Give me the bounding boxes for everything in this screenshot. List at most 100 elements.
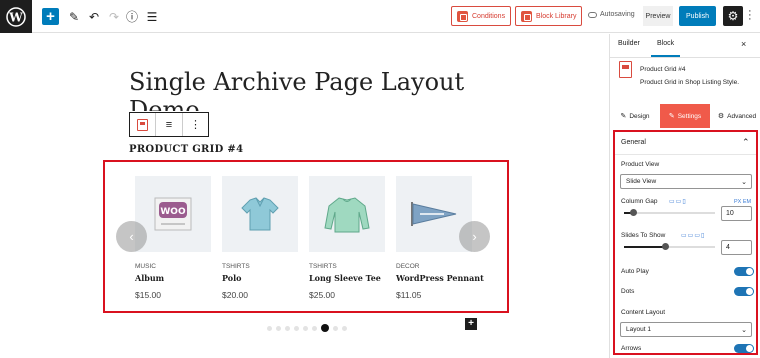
chevron-down-icon: ⌄ [741, 327, 747, 334]
product-card[interactable]: TSHIRTS Long Sleeve Tee $25.00 [309, 176, 385, 300]
chevron-up-icon[interactable]: ⌃ [742, 137, 750, 148]
tab-settings[interactable]: ✎ Settings [660, 104, 710, 128]
product-name[interactable]: WordPress Pennant [396, 273, 484, 283]
undo-icon[interactable]: ↶ [86, 7, 102, 26]
svg-text:WOO: WOO [160, 207, 186, 217]
content-layout-value: Layout 1 [626, 326, 651, 333]
edit-pencil-icon[interactable]: ✎ [66, 7, 82, 26]
block-inserter-button[interactable]: + [465, 318, 477, 330]
arrows-label: Arrows [621, 345, 642, 352]
product-image[interactable] [309, 176, 385, 252]
carousel-dot[interactable] [294, 325, 299, 331]
settings-sidebar: Builder Block × Product Grid #4 Product … [609, 34, 760, 358]
product-card[interactable]: TSHIRTS Polo $20.00 [222, 176, 298, 300]
carousel-dot[interactable] [285, 325, 290, 331]
block-library-button[interactable]: Block Library [515, 6, 583, 26]
slider-handle[interactable] [661, 243, 669, 250]
section-title[interactable]: General [621, 139, 646, 146]
slides-to-show-input[interactable]: 4 [721, 240, 752, 255]
tab-advanced[interactable]: ⚙ Advanced [714, 104, 760, 128]
wrench-icon: ✎ [668, 113, 675, 120]
block-description: Product Grid in Shop Listing Style. [640, 79, 739, 86]
product-view-select[interactable]: Slide View ⌄ [620, 174, 752, 189]
carousel-dot[interactable] [276, 325, 281, 331]
product-category: TSHIRTS [222, 263, 250, 270]
align-icon[interactable]: ≡ [156, 113, 183, 136]
general-settings-panel: General ⌃ Product View Slide View ⌄ Colu… [613, 130, 758, 355]
unit-selector[interactable]: PX EM [734, 199, 751, 205]
product-category: DECOR [396, 263, 420, 270]
more-options-icon[interactable]: · · · [748, 6, 752, 25]
column-gap-input[interactable]: 10 [721, 206, 752, 221]
block-title: Product Grid #4 [640, 66, 686, 73]
responsive-device-icon[interactable]: ▭▭▭▯ [681, 232, 705, 239]
add-block-button[interactable]: + [42, 8, 59, 25]
product-grid-block[interactable]: WOO MUSIC Album $15.00 TSHIRTS Polo $20.… [103, 160, 509, 313]
settings-gear-icon[interactable]: ⚙ [723, 6, 743, 26]
redo-icon[interactable]: ↷ [106, 7, 122, 26]
carousel-dots[interactable] [267, 324, 351, 332]
tab-design-label: Design [629, 112, 650, 120]
info-icon[interactable]: ⓘ [124, 7, 140, 26]
arrows-toggle[interactable] [734, 344, 754, 353]
preview-button[interactable]: Preview [643, 6, 673, 26]
carousel-dot[interactable] [312, 325, 317, 331]
carousel-dot[interactable] [333, 325, 338, 331]
carousel-dot[interactable] [321, 324, 329, 332]
block-options-icon[interactable]: ⋮ [183, 113, 208, 136]
slides-to-show-slider[interactable] [624, 243, 715, 250]
list-view-icon[interactable]: ☰ [144, 7, 160, 26]
cloud-icon [588, 11, 597, 18]
block-toolbar: ≡ ⋮ [129, 112, 209, 137]
responsive-device-icon[interactable]: ▭▭▯ [669, 198, 687, 205]
svg-text:W: W [8, 10, 23, 24]
slider-handle[interactable] [630, 209, 638, 216]
dots-label: Dots [621, 288, 635, 295]
carousel-dot[interactable] [342, 325, 347, 331]
auto-play-toggle[interactable] [734, 267, 754, 276]
product-price: $25.00 [309, 290, 335, 300]
conditions-label: Conditions [472, 12, 506, 20]
product-price: $11.05 [396, 290, 422, 300]
column-gap-slider[interactable] [624, 209, 715, 216]
brush-icon: ✎ [620, 113, 627, 120]
sidebar-tabs: Builder Block × [610, 34, 760, 58]
product-grid-block-icon[interactable] [130, 113, 156, 136]
wordpress-logo-icon[interactable]: W [0, 0, 32, 33]
product-category: MUSIC [135, 263, 156, 270]
tab-block[interactable]: Block [650, 40, 681, 57]
tab-settings-label: Settings [677, 112, 702, 120]
column-gap-label: Column Gap [621, 198, 658, 205]
auto-play-label: Auto Play [621, 268, 649, 275]
product-name[interactable]: Long Sleeve Tee [309, 273, 385, 283]
tab-builder[interactable]: Builder [618, 40, 640, 47]
tab-design[interactable]: ✎ Design [616, 104, 654, 128]
product-category: TSHIRTS [309, 263, 337, 270]
editor-toolbar: W + ✎ ↶ ↷ ⓘ ☰ Conditions Block Library A… [0, 0, 760, 33]
carousel-dot[interactable] [267, 325, 272, 331]
page-title-continued[interactable]: Demo [129, 98, 200, 111]
product-price: $15.00 [135, 290, 161, 300]
block-settings-tabs: ✎ Design ✎ Settings ⚙ Advanced [610, 104, 760, 128]
conditions-button[interactable]: Conditions [451, 6, 512, 26]
publish-button[interactable]: Publish [679, 6, 716, 26]
block-library-icon [521, 10, 532, 22]
conditions-icon [457, 10, 468, 22]
block-heading: PRODUCT GRID #4 [129, 144, 244, 155]
dots-toggle[interactable] [734, 287, 754, 296]
carousel-next-arrow-icon[interactable]: › [459, 221, 490, 252]
carousel-prev-arrow-icon[interactable]: ‹ [116, 221, 147, 252]
gear-icon: ⚙ [717, 113, 725, 120]
product-grid-icon [619, 61, 632, 78]
slides-to-show-label: Slides To Show [621, 232, 666, 239]
product-image[interactable] [222, 176, 298, 252]
product-name[interactable]: Polo [222, 273, 298, 283]
close-icon[interactable]: × [741, 39, 746, 49]
content-layout-select[interactable]: Layout 1 ⌄ [620, 322, 752, 337]
chevron-down-icon: ⌄ [741, 179, 747, 186]
page-title[interactable]: Single Archive Page Layout [129, 66, 464, 98]
product-view-value: Slide View [626, 178, 657, 185]
autosave-label: Autosaving [600, 11, 635, 18]
product-name[interactable]: Album [135, 273, 211, 283]
carousel-dot[interactable] [303, 325, 308, 331]
